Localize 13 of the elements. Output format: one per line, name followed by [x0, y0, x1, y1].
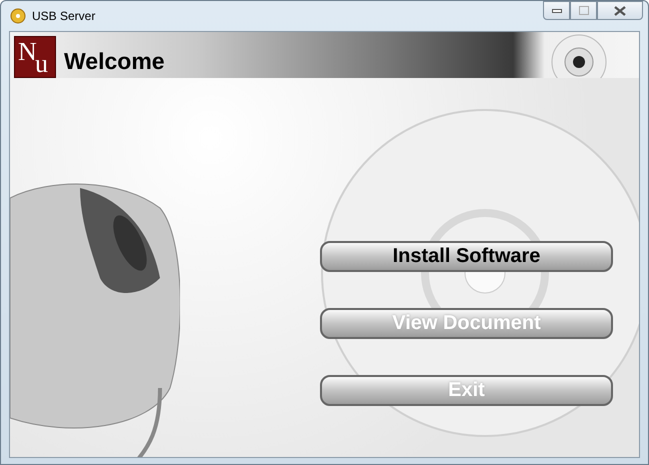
minimize-icon: [552, 8, 562, 12]
menu-button[interactable]: Exit: [320, 375, 613, 406]
window-title: USB Server: [32, 8, 96, 22]
menu-button[interactable]: View Document: [320, 308, 613, 339]
maximize-icon: [578, 6, 588, 15]
welcome-title: Welcome: [64, 48, 165, 74]
menu-button[interactable]: Install Software: [320, 241, 613, 272]
minimize-button[interactable]: [543, 1, 570, 20]
close-icon: [614, 6, 626, 16]
disc-icon: [10, 8, 26, 24]
close-button[interactable]: [597, 1, 643, 20]
logo: Nu: [14, 36, 56, 78]
maximize-button[interactable]: [570, 1, 597, 20]
